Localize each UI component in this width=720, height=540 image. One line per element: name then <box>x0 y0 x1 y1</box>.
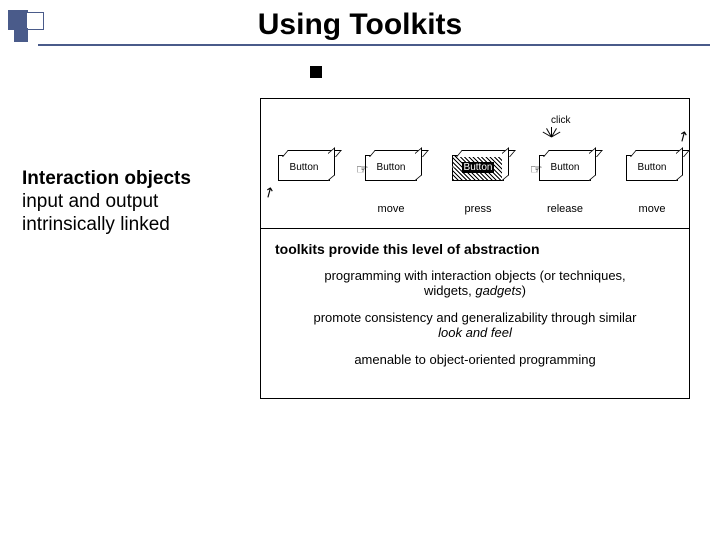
abstraction-point-1: programming with interaction objects (or… <box>307 269 643 299</box>
abstraction-point-3: amenable to object-oriented programming <box>307 353 643 368</box>
side-line-2: intrinsically linked <box>22 214 252 237</box>
phase-label: release <box>530 203 600 215</box>
button-state-press: ☞ Button press <box>443 155 513 215</box>
button-state-move: ☞ Button move <box>356 155 426 215</box>
button-states-row: click Button ↗ ☞ Button move ☞ Button <box>261 99 689 229</box>
header-rule <box>38 44 710 46</box>
phase-label: move <box>617 203 687 215</box>
phase-label: move <box>356 203 426 215</box>
arrow-cursor-icon: ↗ <box>675 127 692 145</box>
click-label: click <box>551 115 570 126</box>
button-state-initial: Button ↗ <box>269 155 339 203</box>
abstraction-text: toolkits provide this level of abstracti… <box>261 229 689 398</box>
side-line-1: input and output <box>22 191 252 214</box>
button-state-move-away: Button ↗ move <box>617 155 687 215</box>
abstraction-point-2: promote consistency and generalizability… <box>307 311 643 341</box>
button-state-release: ☞ Button release <box>530 155 600 215</box>
side-heading: Interaction objects <box>22 168 252 191</box>
hand-pointer-icon: ☞ <box>443 162 456 176</box>
slide-title: Using Toolkits <box>0 8 720 42</box>
abstraction-heading: toolkits provide this level of abstracti… <box>275 241 675 257</box>
hand-pointer-icon: ☞ <box>530 162 543 176</box>
diagram-panel: click Button ↗ ☞ Button move ☞ Button <box>260 98 690 399</box>
side-text: Interaction objects input and output int… <box>22 168 252 236</box>
bullet-square <box>310 66 322 78</box>
phase-label: press <box>443 203 513 215</box>
arrow-cursor-icon: ↗ <box>260 183 277 201</box>
hand-pointer-icon: ☞ <box>356 162 369 176</box>
